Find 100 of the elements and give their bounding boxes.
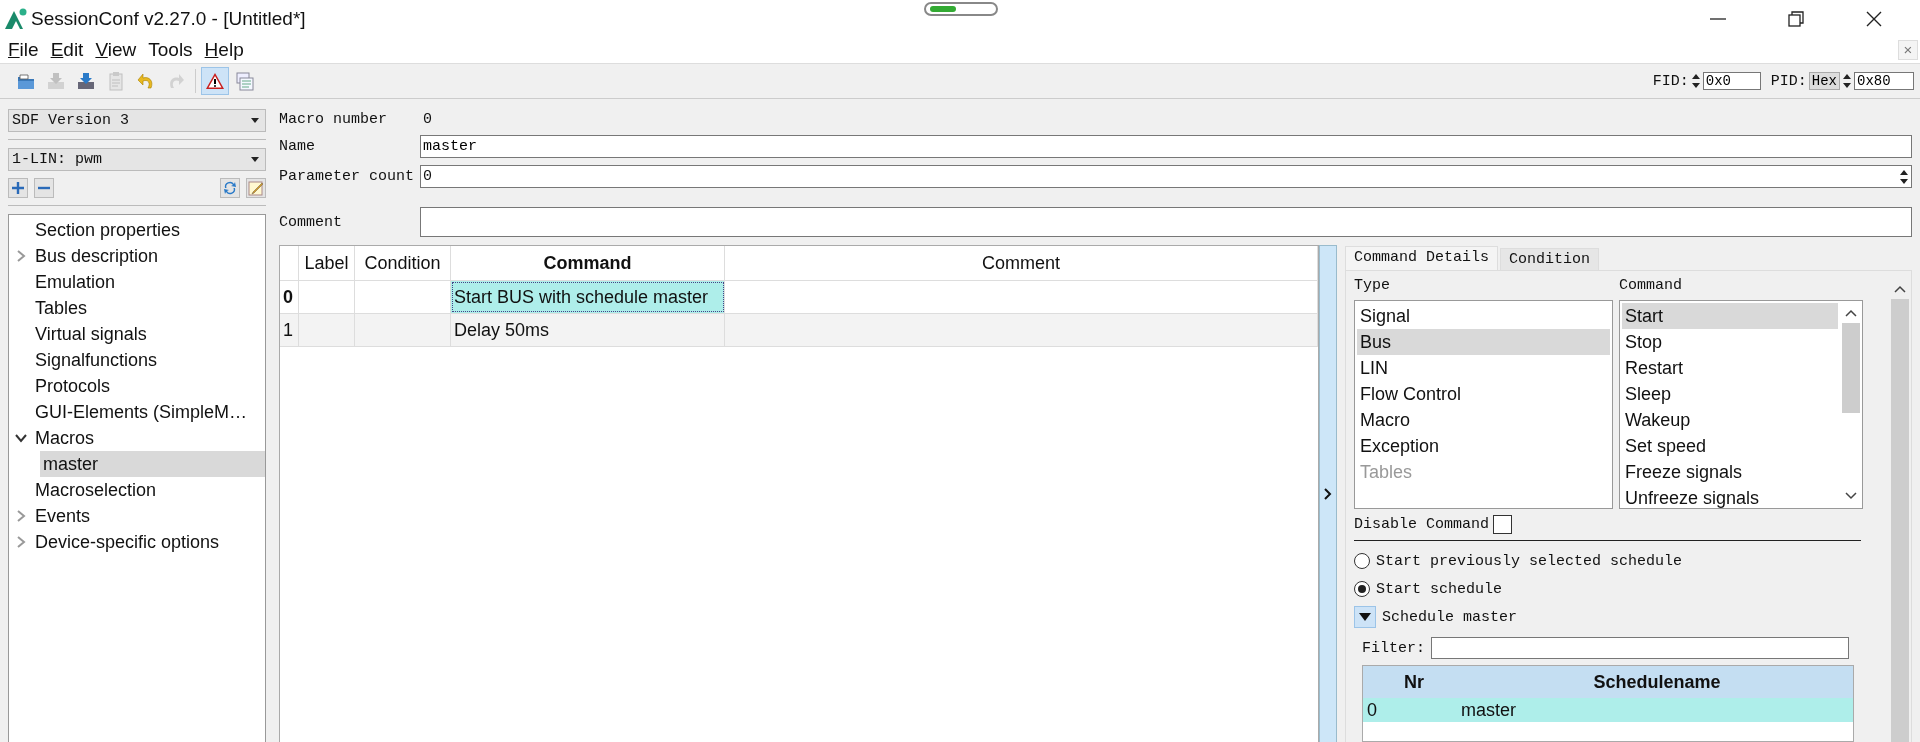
column-header[interactable]: Condition	[355, 246, 451, 280]
tree-item[interactable]: Protocols	[9, 373, 265, 399]
tree-item[interactable]: Signalfunctions	[9, 347, 265, 373]
field-label: Macro number	[279, 111, 389, 128]
pencil-note-icon	[248, 180, 264, 196]
macro-number-value: 0	[422, 111, 433, 128]
edit-button[interactable]	[246, 178, 266, 198]
table-cell: Delay 50ms	[451, 314, 725, 346]
list-item[interactable]: Stop	[1622, 329, 1838, 355]
close-button[interactable]: ×	[1898, 40, 1918, 60]
tree-item[interactable]: Macroselection	[9, 477, 265, 503]
list-item[interactable]: LIN	[1357, 355, 1610, 381]
undo-arrow-icon	[136, 71, 156, 91]
comment-field[interactable]	[420, 207, 1912, 237]
pid-label: PID:	[1770, 72, 1807, 90]
filter-field[interactable]	[1431, 637, 1849, 659]
toolbar-button[interactable]	[201, 67, 229, 95]
chevron-right-icon[interactable]	[15, 250, 27, 262]
list-item[interactable]: Flow Control	[1357, 381, 1610, 407]
spin-arrows-icon[interactable]	[1690, 72, 1701, 90]
tree-item[interactable]: Emulation	[9, 269, 265, 295]
list-item[interactable]: Start	[1622, 303, 1838, 329]
radio-label: Start schedule	[1376, 580, 1503, 598]
plus-icon	[11, 181, 25, 195]
tree-item[interactable]: Events	[9, 503, 265, 529]
list-item[interactable]: Signal	[1357, 303, 1610, 329]
column-header[interactable]: Schedulename	[1461, 671, 1853, 693]
tree-item[interactable]: master	[40, 451, 265, 477]
chevron-down-icon[interactable]	[15, 432, 27, 444]
menu-item[interactable]: File	[2, 39, 45, 61]
list-item[interactable]: Unfreeze signals	[1622, 485, 1838, 511]
field-label: Name	[279, 138, 316, 155]
table-cell: Start BUS with schedule master	[451, 281, 725, 313]
chevron-right-icon[interactable]	[15, 510, 27, 522]
column-header[interactable]: Comment	[725, 246, 1318, 280]
list-label: Command	[1619, 277, 1683, 294]
fid-field[interactable]: 0x0	[1702, 72, 1761, 90]
list-item[interactable]: Set speed	[1622, 433, 1838, 459]
radio-button[interactable]	[1354, 581, 1370, 597]
list-item[interactable]: Wakeup	[1622, 407, 1838, 433]
restore-icon[interactable]	[1786, 8, 1806, 29]
splitter-handle[interactable]	[1319, 245, 1337, 742]
dropdown[interactable]: 1-LIN: pwm	[8, 148, 266, 171]
warning-icon	[205, 71, 225, 91]
column-header[interactable]: Nr	[1363, 671, 1461, 693]
format-button[interactable]: Hex	[1808, 72, 1840, 90]
tree-item[interactable]: Virtual signals	[9, 321, 265, 347]
column-header[interactable]: Label	[299, 246, 355, 280]
fid-label: FID:	[1652, 72, 1689, 90]
tree-item[interactable]: Bus description	[9, 243, 265, 269]
tree-item[interactable]: GUI-Elements (SimpleM…	[9, 399, 265, 425]
menu-item[interactable]: Edit	[44, 39, 90, 61]
chevron-right-icon[interactable]	[15, 536, 27, 548]
dropdown[interactable]: SDF Version 3	[8, 109, 266, 132]
filter-label: Filter:	[1362, 639, 1425, 657]
tray-arrow-icon	[46, 71, 66, 91]
chevron-up-icon	[1845, 309, 1857, 317]
tree-item[interactable]: Macros	[9, 425, 265, 451]
field-label: Comment	[279, 213, 343, 231]
row-number: 1	[280, 314, 299, 346]
scrollbar-thumb[interactable]	[1842, 323, 1860, 413]
list-item[interactable]: Macro	[1357, 407, 1610, 433]
folder-icon	[16, 71, 36, 91]
window-title: SessionConf v2.27.0 - [Untitled*]	[31, 7, 306, 30]
clipboard-icon	[106, 71, 126, 91]
checkbox[interactable]	[1493, 515, 1513, 534]
add-button[interactable]	[8, 178, 28, 198]
tree-item[interactable]: Device-specific options	[9, 529, 265, 555]
remove-button[interactable]	[34, 178, 54, 198]
spin-arrows-icon[interactable]	[1842, 72, 1852, 90]
refresh-button[interactable]	[220, 178, 240, 198]
chevron-up-icon	[1894, 285, 1906, 293]
radio-button[interactable]	[1354, 553, 1370, 569]
row-number: 0	[280, 281, 299, 313]
triangle-down-icon	[1359, 613, 1371, 621]
list-item[interactable]: Bus	[1357, 329, 1610, 355]
parameter-count-field[interactable]: 0	[420, 165, 1912, 188]
tree-item[interactable]: Section properties	[9, 217, 265, 243]
tab[interactable]: Condition	[1500, 248, 1600, 270]
list-item[interactable]: Restart	[1622, 355, 1838, 381]
tab[interactable]: Command Details	[1345, 246, 1499, 270]
field-label: Parameter count	[279, 168, 416, 185]
caret-icon	[251, 157, 259, 162]
refresh-icon	[222, 180, 238, 196]
menu-item[interactable]: Help	[198, 39, 250, 61]
list-item[interactable]: Exception	[1357, 433, 1610, 459]
table-row[interactable]: 0 master	[1363, 698, 1853, 722]
scrollbar-thumb[interactable]	[1891, 299, 1909, 742]
column-header[interactable]: Command	[451, 246, 725, 280]
tree-item[interactable]: Tables	[9, 295, 265, 321]
name-field[interactable]: master	[420, 135, 1912, 158]
menu-item[interactable]: View	[89, 39, 143, 61]
list-item[interactable]: Sleep	[1622, 381, 1838, 407]
chevron-down-icon	[1845, 492, 1857, 500]
document-list-icon	[235, 71, 255, 91]
list-item[interactable]: Freeze signals	[1622, 459, 1838, 485]
expand-button[interactable]	[1354, 606, 1376, 628]
table-cell-text: master	[1461, 699, 1517, 721]
pid-field[interactable]: 0x80	[1854, 72, 1914, 90]
menu-item[interactable]: Tools	[142, 39, 199, 61]
